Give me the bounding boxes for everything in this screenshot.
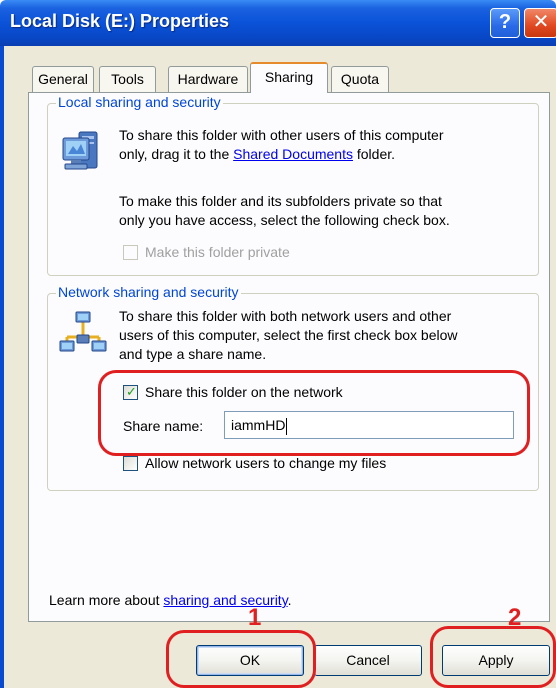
tab-quota[interactable]: Quota bbox=[331, 66, 389, 92]
network-sharing-group-label: Network sharing and security bbox=[56, 284, 241, 300]
window-title: Local Disk (E:) Properties bbox=[10, 11, 230, 31]
make-private-label: Make this folder private bbox=[145, 244, 290, 260]
tab-hardware[interactable]: Hardware bbox=[168, 66, 248, 92]
allow-change-checkbox[interactable] bbox=[123, 456, 138, 471]
cancel-button[interactable]: Cancel bbox=[314, 645, 422, 676]
make-private-checkbox[interactable] bbox=[123, 245, 138, 260]
highlight-ok-button bbox=[166, 630, 316, 688]
tab-sharing[interactable]: Sharing bbox=[250, 62, 328, 93]
network-sharing-text-2: users of this computer, select the first… bbox=[119, 327, 458, 343]
local-sharing-text-4: only you have access, select the followi… bbox=[119, 212, 450, 228]
tab-tools[interactable]: Tools bbox=[99, 66, 156, 92]
local-sharing-text-2-suffix: folder. bbox=[352, 146, 396, 162]
highlight-apply-button bbox=[430, 626, 556, 688]
local-sharing-text-1: To share this folder with other users of… bbox=[119, 127, 444, 143]
sharing-security-link[interactable]: sharing and security bbox=[163, 592, 287, 608]
tab-general[interactable]: General bbox=[32, 66, 94, 92]
sharing-tab-page: Local sharing and security To share this… bbox=[28, 92, 550, 622]
learn-more-prefix: Learn more about bbox=[49, 592, 164, 608]
help-button[interactable]: ? bbox=[490, 8, 520, 38]
local-sharing-group-label: Local sharing and security bbox=[56, 94, 223, 110]
shared-documents-link[interactable]: Shared Documents bbox=[233, 146, 353, 162]
network-icon bbox=[57, 311, 109, 355]
local-sharing-text-2: only, drag it to the Shared Documents fo… bbox=[119, 144, 395, 164]
allow-change-label: Allow network users to change my files bbox=[145, 455, 387, 471]
local-sharing-text-2-prefix: only, drag it to the bbox=[119, 146, 234, 162]
local-sharing-text-3: To make this folder and its subfolders p… bbox=[119, 193, 442, 209]
title-bar[interactable]: Local Disk (E:) Properties ? ✕ bbox=[0, 0, 556, 46]
highlight-share-options bbox=[98, 370, 530, 456]
network-sharing-text-1: To share this folder with both network u… bbox=[119, 308, 452, 324]
learn-more-suffix: . bbox=[287, 592, 292, 608]
step-1-number: 1 bbox=[248, 604, 262, 631]
computer-icon bbox=[59, 128, 107, 176]
network-sharing-text-3: and type a share name. bbox=[119, 346, 267, 362]
close-button[interactable]: ✕ bbox=[524, 8, 556, 38]
